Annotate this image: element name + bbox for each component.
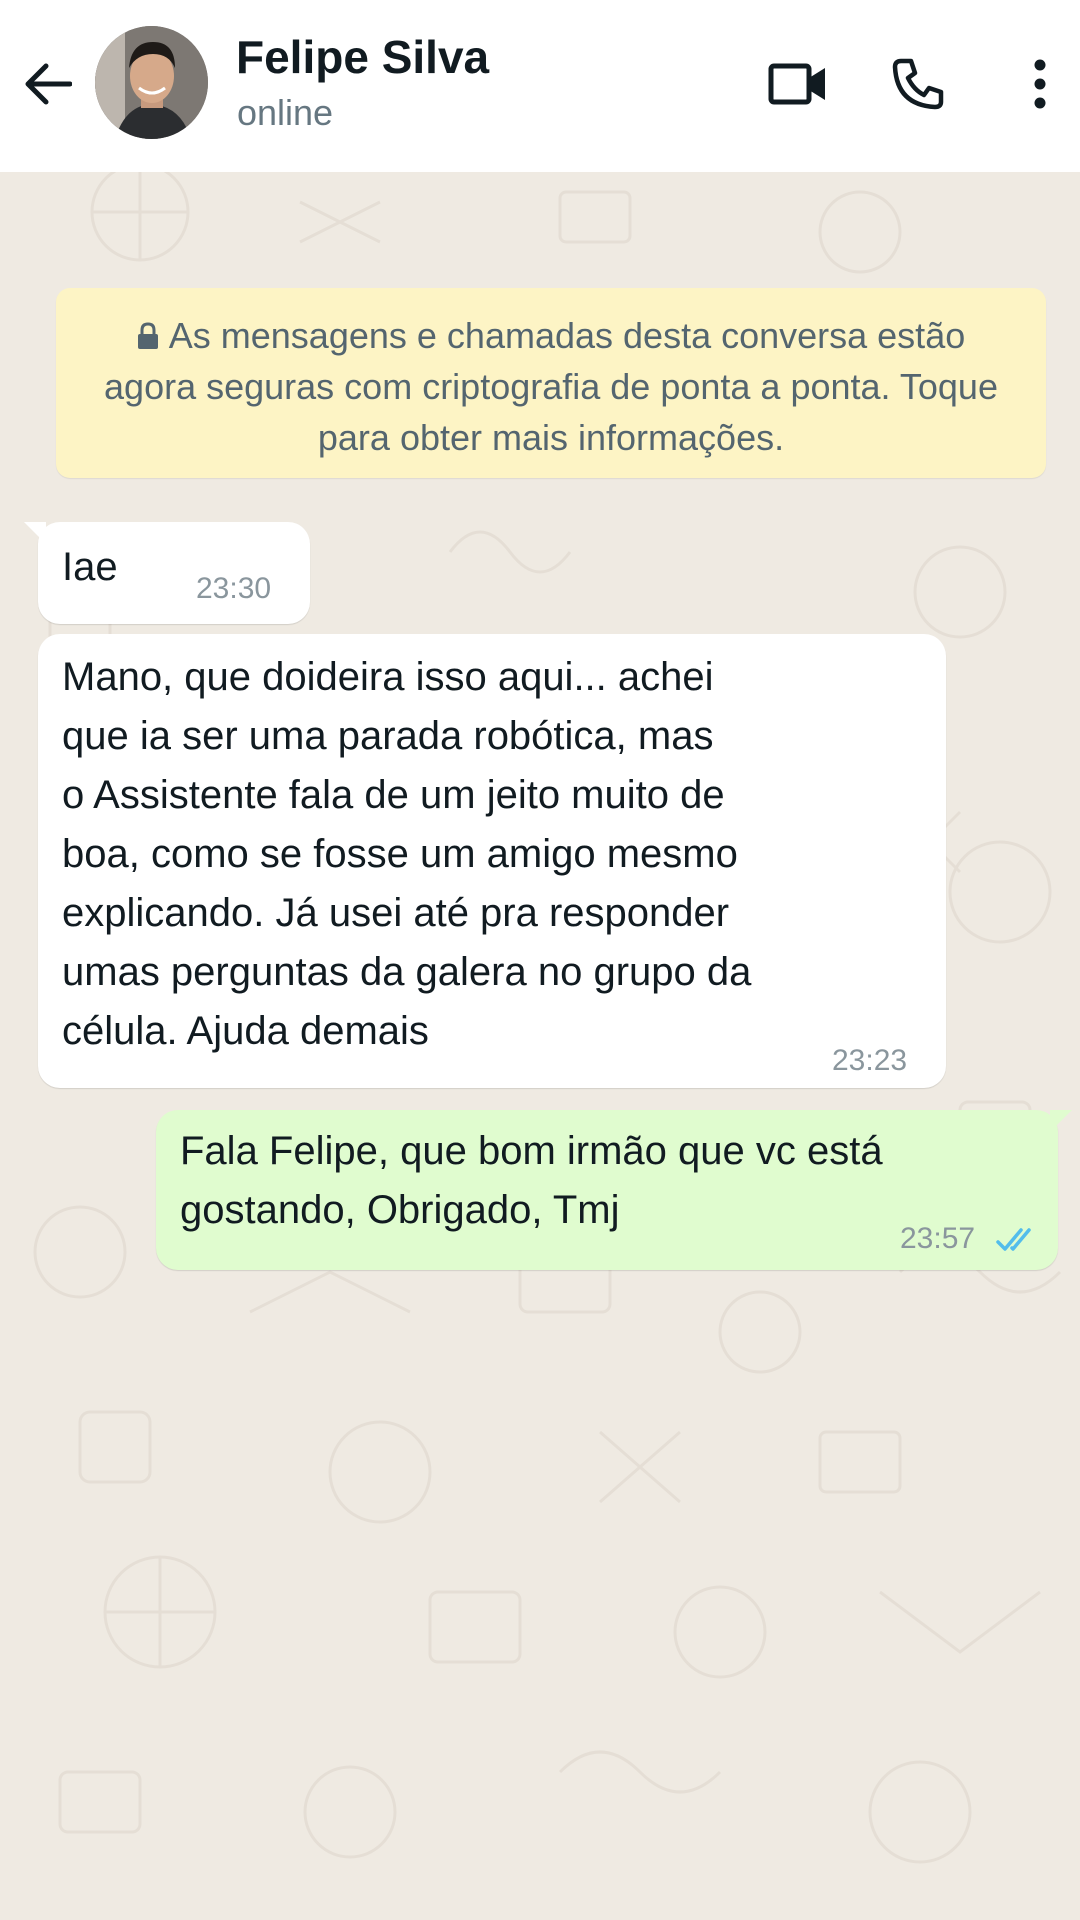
voice-call-button[interactable]	[882, 48, 954, 120]
arrow-back-icon	[25, 63, 72, 105]
contact-name[interactable]: Felipe Silva	[236, 30, 489, 84]
message-line: gostando, Obrigado, Tmj	[180, 1188, 620, 1232]
message-bubble-outgoing[interactable]: Fala Felipe, que bom irmão que vc está g…	[156, 1110, 1072, 1270]
message-line: Mano, que doideira isso aqui... achei	[62, 655, 714, 699]
chat-header: Felipe Silva online	[0, 0, 1080, 172]
message-time: 23:57	[900, 1222, 976, 1255]
message-text: Iae	[62, 538, 118, 597]
message-time: 23:30	[196, 572, 272, 605]
message-text: Mano, que doideira isso aqui... achei qu…	[62, 648, 751, 1061]
message-line: o Assistente fala de um jeito muito de	[62, 773, 725, 817]
video-call-button[interactable]	[762, 48, 834, 120]
message-line: Fala Felipe, que bom irmão que vc está	[180, 1129, 883, 1173]
message-line: que ia ser uma parada robótica, mas	[62, 714, 714, 758]
message-bubble-incoming[interactable]: Mano, que doideira isso aqui... achei qu…	[38, 634, 946, 1088]
phone-call-icon	[892, 58, 944, 110]
avatar[interactable]	[95, 26, 208, 139]
message-line: Iae	[62, 545, 118, 589]
message-text: Fala Felipe, que bom irmão que vc está g…	[180, 1122, 883, 1240]
message-line: explicando. Já usei até pra responder	[62, 891, 730, 935]
video-call-icon	[768, 63, 825, 105]
message-bubble-incoming[interactable]: Iae 23:30	[24, 522, 310, 624]
profile-photo	[95, 26, 208, 139]
contact-status: online	[237, 92, 334, 133]
message-time: 23:23	[832, 1044, 908, 1077]
chat-area[interactable]: As mensagens e chamadas desta conversa e…	[0, 172, 1080, 1920]
message-line: umas perguntas da galera no grupo da	[62, 950, 752, 994]
bubble-tail	[24, 522, 46, 544]
message-line: boa, como se fosse um amigo mesmo	[62, 832, 738, 876]
more-options-icon	[1034, 59, 1046, 109]
bubble-tail	[1050, 1110, 1072, 1132]
double-check-read-icon	[996, 1228, 1031, 1251]
back-button[interactable]	[18, 50, 78, 118]
lock-icon	[137, 322, 158, 349]
more-options-button[interactable]	[1006, 48, 1074, 120]
message-line: célula. Ajuda demais	[62, 1009, 429, 1053]
encryption-notice-text: As mensagens e chamadas desta conversa e…	[104, 315, 998, 458]
encryption-notice[interactable]: As mensagens e chamadas desta conversa e…	[56, 288, 1046, 478]
